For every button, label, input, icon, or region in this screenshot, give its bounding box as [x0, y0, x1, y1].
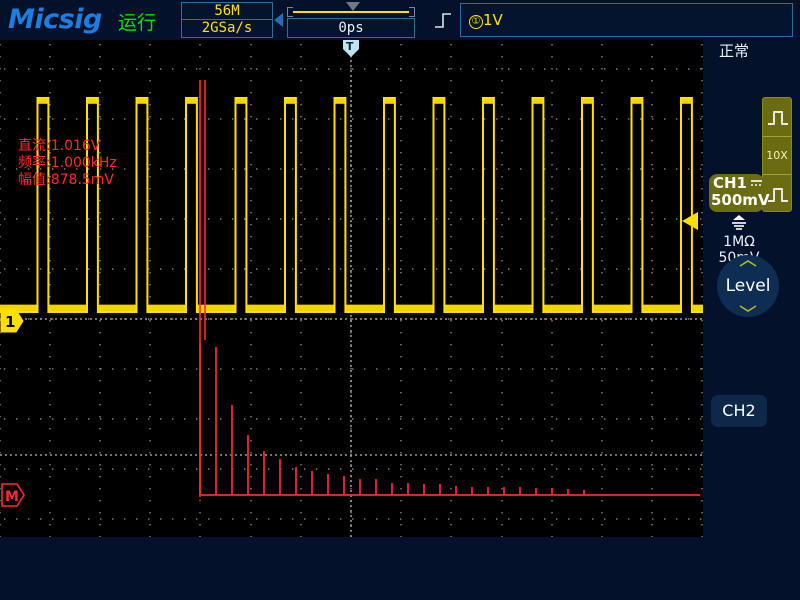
measurement-row: 频率:1.000kHz	[18, 155, 117, 171]
memory-depth-value: 56M	[182, 3, 272, 20]
measure-amp-value: 878.5mV	[50, 172, 115, 188]
svg-text:M: M	[5, 489, 19, 505]
sample-rate-value: 2GSa/s	[201, 20, 253, 36]
dc-coupling-icon	[751, 180, 762, 186]
ch1-ground-marker[interactable]: 1	[0, 309, 24, 333]
ch1-scale-button[interactable]: CH1 500mV	[709, 174, 770, 212]
trigger-mode-label: 正常	[719, 42, 750, 60]
left-arrow-icon[interactable]	[274, 13, 283, 27]
probe-ratio-value: 10X	[766, 149, 788, 162]
bottom-toolbar: 微调 快速 保存 2ms	[0, 537, 800, 600]
input-impedance-value: 1MΩ	[723, 234, 755, 250]
memory-sample-block[interactable]: 56M 2GSa/s	[181, 2, 273, 38]
memory-position-triangle-icon[interactable]	[346, 2, 360, 11]
probe-attenuation-up-button[interactable]	[763, 98, 791, 136]
math-fft-trace	[199, 343, 585, 495]
trigger-channel-indicator: ①	[469, 15, 483, 29]
svg-text:T: T	[346, 40, 354, 53]
waveform-plot-area[interactable]: 1 M T 直流:1.016V 频率:1.000kHz 幅值:878.5mV	[0, 40, 703, 537]
oscilloscope-screen: Micsig 运行 56M 2GSa/s 0ps ① 1V 1 M T 直流:1…	[0, 0, 800, 600]
ch2-button[interactable]: CH2	[711, 395, 767, 427]
pulse-icon	[768, 188, 788, 202]
measurement-row: 直流:1.016V	[18, 138, 101, 154]
trigger-level-button[interactable]: Level	[717, 255, 779, 317]
trigger-position-group[interactable]: 0ps	[287, 2, 415, 38]
brand-logo: Micsig	[8, 4, 102, 35]
ch1-scale-value: 500mV	[711, 191, 770, 209]
rising-edge-icon[interactable]	[432, 10, 454, 30]
trigger-level-field[interactable]: ① 1V	[460, 3, 793, 37]
memory-bar	[293, 11, 409, 13]
math-marker[interactable]: M	[1, 483, 25, 507]
measure-dc-value: 1.016V	[50, 138, 101, 154]
right-sidebar: 正常 10X CH1 500mV 1MΩ Level CH2	[703, 40, 800, 537]
measurement-row: 幅值:878.5mV	[18, 172, 115, 188]
memory-bracket-right	[409, 7, 415, 17]
measure-freq-label: 频率	[18, 155, 46, 171]
waveform-canvas: 1 M T	[0, 40, 703, 537]
chevron-down-icon	[739, 305, 757, 312]
run-state-label: 运行	[118, 12, 157, 34]
measure-amp-label: 幅值	[18, 172, 46, 188]
trigger-level-value: 1V	[483, 11, 503, 29]
svg-text:1: 1	[5, 313, 15, 331]
measure-dc-label: 直流	[18, 138, 46, 154]
trigger-time-marker[interactable]: T	[343, 40, 359, 57]
trigger-level-arrow-icon[interactable]	[682, 212, 698, 230]
trigger-level-button-label: Level	[725, 276, 771, 296]
top-status-bar: Micsig 运行 56M 2GSa/s 0ps ① 1V	[0, 0, 800, 40]
trigger-position-value[interactable]: 0ps	[287, 18, 415, 38]
measure-freq-value: 1.000kHz	[50, 155, 117, 171]
ground-icon	[732, 215, 746, 230]
pulse-icon	[768, 111, 788, 125]
measurement-readout-group: 直流:1.016V 频率:1.000kHz 幅值:878.5mV	[18, 138, 117, 189]
chevron-up-icon	[739, 260, 757, 267]
